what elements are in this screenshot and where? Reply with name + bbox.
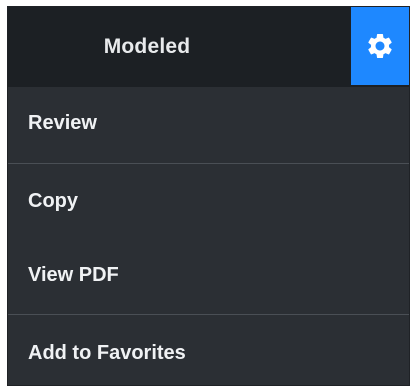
context-menu: Review Copy View PDF Add to Favorites (8, 87, 409, 385)
panel-header: Modeled (8, 7, 409, 87)
dropdown-panel: Modeled Review Copy View PDF Add to Favo… (8, 7, 409, 385)
menu-item-label: View PDF (28, 263, 119, 286)
settings-button[interactable] (351, 7, 409, 85)
menu-item-copy[interactable]: Copy (8, 165, 409, 237)
menu-item-label: Review (28, 111, 97, 134)
menu-item-review[interactable]: Review (8, 87, 409, 159)
menu-item-label: Copy (28, 189, 78, 212)
menu-divider (8, 163, 409, 164)
header-title: Modeled (103, 35, 191, 58)
gear-icon (368, 33, 392, 58)
menu-item-add-to-favorites[interactable]: Add to Favorites (8, 317, 409, 389)
menu-item-view-pdf[interactable]: View PDF (8, 239, 409, 311)
menu-divider (8, 314, 409, 315)
menu-item-label: Add to Favorites (28, 341, 186, 364)
